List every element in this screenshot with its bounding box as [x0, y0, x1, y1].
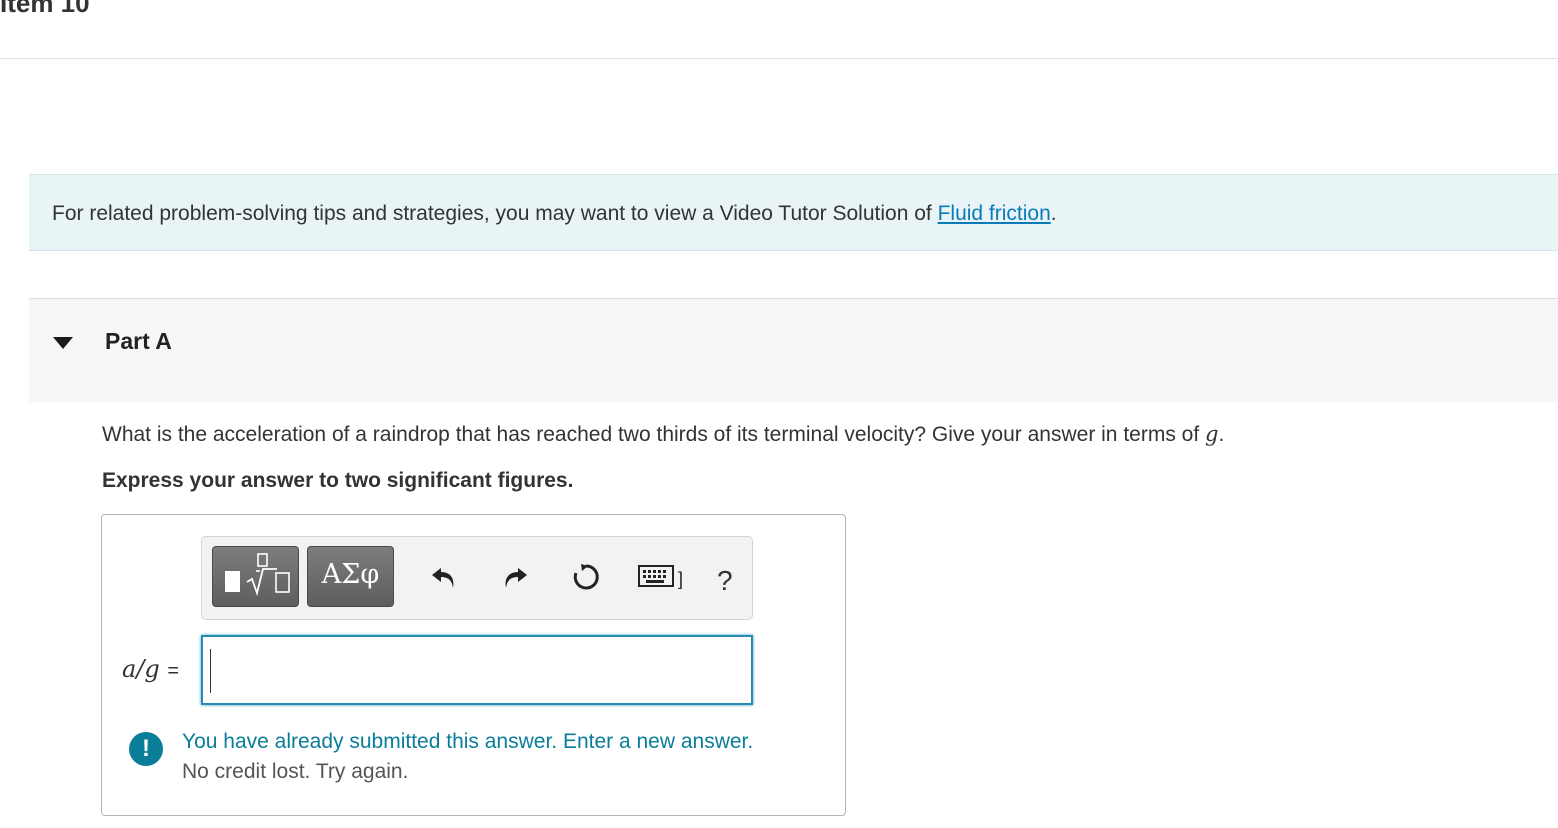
part-title: Part A	[105, 328, 172, 354]
text-cursor	[210, 649, 211, 693]
reset-icon[interactable]	[568, 559, 604, 595]
undo-glyph	[432, 568, 454, 588]
item-title: Item 10	[0, 0, 90, 18]
redo-glyph	[505, 568, 527, 588]
keyboard-glyph: ]	[638, 565, 683, 589]
math-toolbar: ΑΣφ ] ?	[201, 536, 753, 620]
instruction-text: Express your answer to two significant f…	[102, 469, 574, 492]
equals-sign: =	[167, 660, 180, 682]
collapse-caret-icon[interactable]	[53, 337, 73, 349]
keyboard-suffix: ]	[678, 569, 683, 589]
templates-sqrt-icon	[246, 553, 290, 597]
alert-icon: !	[129, 732, 163, 766]
video-tutor-link[interactable]: Fluid friction	[938, 202, 1051, 225]
part-a-header[interactable]: Part A	[29, 298, 1558, 402]
answer-label: a/g =	[122, 655, 179, 683]
feedback-message: You have already submitted this answer. …	[182, 730, 754, 753]
answer-variable: a/g	[122, 655, 160, 683]
undo-icon[interactable]	[426, 559, 462, 595]
redo-icon[interactable]	[497, 559, 533, 595]
feedback-note: No credit lost. Try again.	[182, 760, 409, 783]
question-body: What is the acceleration of a raindrop t…	[102, 423, 1206, 446]
question-variable: g	[1205, 422, 1219, 446]
reset-glyph	[573, 564, 599, 590]
answer-input[interactable]	[201, 635, 753, 705]
question-text: What is the acceleration of a raindrop t…	[102, 422, 1224, 447]
tip-text-body: For related problem-solving tips and str…	[52, 202, 938, 225]
tip-suffix: .	[1050, 202, 1057, 225]
keyboard-icon[interactable]: ]	[636, 559, 686, 595]
templates-button[interactable]	[212, 546, 299, 607]
divider	[0, 58, 1558, 59]
question-suffix: .	[1218, 423, 1225, 446]
tip-box: For related problem-solving tips and str…	[29, 174, 1558, 251]
tip-text: For related problem-solving tips and str…	[52, 202, 1057, 226]
answer-panel: ΑΣφ ] ? a/g = ! You have already submitt…	[101, 514, 846, 816]
symbols-button[interactable]: ΑΣφ	[307, 546, 394, 607]
help-button[interactable]: ?	[717, 565, 733, 597]
